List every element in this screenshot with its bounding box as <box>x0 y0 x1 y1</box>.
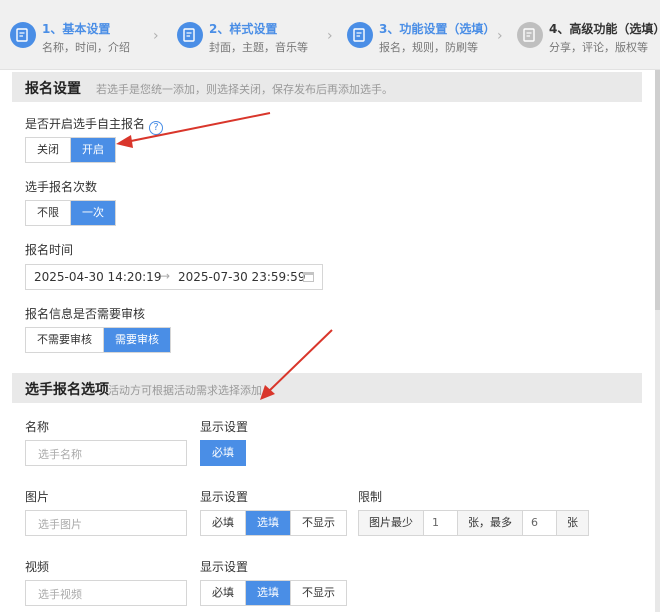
display-settings-label: 显示设置 <box>200 560 249 574</box>
self-signup-off-option[interactable]: 关闭 <box>26 138 71 162</box>
step-subtitle: 名称，时间，介绍 <box>42 41 130 54</box>
step-subtitle: 报名，规则，防刷等 <box>379 41 478 54</box>
section-hint: 若选手是您统一添加，则选择关闭，保存发布后再添加选手。 <box>96 83 393 96</box>
video-optional-option[interactable]: 选填 <box>246 581 291 605</box>
edit-icon <box>10 22 36 48</box>
arrow-right-icon: → <box>160 269 171 283</box>
progress-stepper: 1、基本设置 名称，时间，介绍 › 2、样式设置 封面，主题，音乐等 › 3、功… <box>0 0 660 70</box>
min-images-label: 图片最少 <box>359 511 424 535</box>
signup-times-toggle[interactable]: 不限 一次 <box>25 200 116 226</box>
help-icon[interactable]: ? <box>149 121 164 135</box>
min-images-input[interactable]: 1 <box>424 511 458 535</box>
signup-times-label: 选手报名次数 <box>25 180 98 194</box>
input-placeholder: 选手名称 <box>38 448 82 461</box>
section-title: 选手报名选项 <box>25 382 109 398</box>
image-hidden-option[interactable]: 不显示 <box>291 511 346 535</box>
image-optional-option[interactable]: 选填 <box>246 511 291 535</box>
video-required-option[interactable]: 必填 <box>201 581 246 605</box>
calendar-icon[interactable] <box>303 272 314 282</box>
step-title: 1、基本设置 <box>42 22 111 36</box>
signup-times-once-option[interactable]: 一次 <box>71 201 115 225</box>
contestant-image-input[interactable]: 选手图片 <box>25 510 187 536</box>
input-placeholder: 选手视频 <box>38 588 82 601</box>
signup-date-range-picker[interactable]: 2025-04-30 14:20:19 → 2025-07-30 23:59:5… <box>25 264 323 290</box>
self-signup-label: 是否开启选手自主报名? <box>25 115 164 135</box>
step-title: 4、高级功能（选填） <box>549 22 660 36</box>
self-signup-toggle[interactable]: 关闭 开启 <box>25 137 116 163</box>
review-label: 报名信息是否需要审核 <box>25 307 146 321</box>
self-signup-on-option[interactable]: 开启 <box>71 138 115 162</box>
field-name-label: 名称 <box>25 420 50 434</box>
no-review-option[interactable]: 不需要审核 <box>26 328 104 352</box>
display-settings-label: 显示设置 <box>200 420 249 434</box>
self-signup-label-text: 是否开启选手自主报名 <box>25 117 146 131</box>
edit-icon <box>347 22 373 48</box>
max-images-label: 张，最多 <box>458 511 523 535</box>
review-toggle[interactable]: 不需要审核 需要审核 <box>25 327 171 353</box>
contestant-name-input[interactable]: 选手名称 <box>25 440 187 466</box>
step-title: 2、样式设置 <box>209 22 278 36</box>
display-settings-label: 显示设置 <box>200 490 249 504</box>
signup-times-unlimited-option[interactable]: 不限 <box>26 201 71 225</box>
video-hidden-option[interactable]: 不显示 <box>291 581 346 605</box>
name-required-button[interactable]: 必填 <box>200 440 246 466</box>
video-display-toggle[interactable]: 必填 选填 不显示 <box>200 580 347 606</box>
chevron-right-icon: › <box>153 28 159 44</box>
step-subtitle: 封面，主题，音乐等 <box>209 41 308 54</box>
image-required-option[interactable]: 必填 <box>201 511 246 535</box>
field-image-label: 图片 <box>25 490 50 504</box>
chevron-right-icon: › <box>497 28 503 44</box>
edit-icon <box>517 22 543 48</box>
scrollbar[interactable] <box>655 70 660 612</box>
section-title: 报名设置 <box>25 81 81 97</box>
max-images-input[interactable]: 6 <box>523 511 557 535</box>
input-placeholder: 选手图片 <box>38 518 82 531</box>
image-display-toggle[interactable]: 必填 选填 不显示 <box>200 510 347 536</box>
start-date[interactable]: 2025-04-30 14:20:19 <box>34 270 161 284</box>
section-hint: 活动方可根据活动需求选择添加 <box>108 384 262 397</box>
section-header-signup: 报名设置 若选手是您统一添加，则选择关闭，保存发布后再添加选手。 <box>12 72 642 102</box>
step-title: 3、功能设置（选填） <box>379 22 496 36</box>
need-review-option[interactable]: 需要审核 <box>104 328 170 352</box>
scrollbar-thumb[interactable] <box>655 70 660 310</box>
limit-label: 限制 <box>358 490 383 504</box>
section-header-options: 选手报名选项 活动方可根据活动需求选择添加 <box>12 373 642 403</box>
signup-time-label: 报名时间 <box>25 243 74 257</box>
edit-icon <box>177 22 203 48</box>
end-date[interactable]: 2025-07-30 23:59:59 <box>178 270 305 284</box>
field-video-label: 视频 <box>25 560 50 574</box>
contestant-video-input[interactable]: 选手视频 <box>25 580 187 606</box>
images-unit-label: 张 <box>557 511 588 535</box>
chevron-right-icon: › <box>327 28 333 44</box>
step-subtitle: 分享，评论，版权等 <box>549 41 648 54</box>
image-limit-group: 图片最少 1 张，最多 6 张 <box>358 510 589 536</box>
